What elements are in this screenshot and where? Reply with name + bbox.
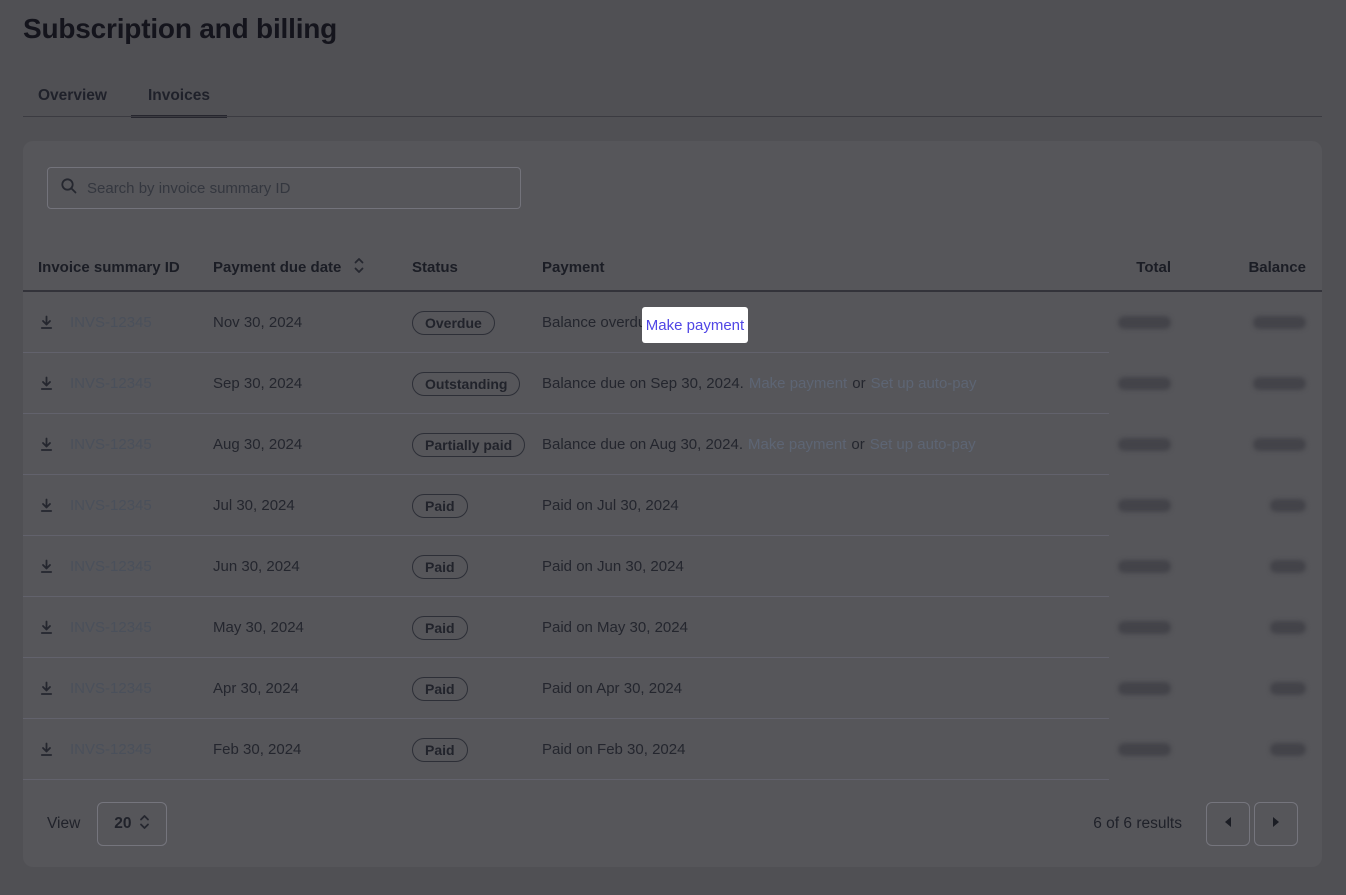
balance-redacted [1270,621,1306,634]
invoice-id: INVS-12345 [70,619,213,636]
invoices-panel: Invoice summary ID Payment due date Stat… [23,141,1322,867]
page-size-value: 20 [114,815,131,833]
spotlight-highlight: Make payment [642,307,748,343]
balance-redacted [1270,682,1306,695]
search-icon [60,177,78,200]
make-payment-link[interactable]: Make payment [748,436,846,453]
download-invoice-button[interactable] [38,437,70,453]
payment-text: Paid on May 30, 2024 [542,619,688,636]
due-date: Jun 30, 2024 [213,558,412,575]
download-invoice-button[interactable] [38,559,70,575]
balance-redacted [1253,316,1306,329]
tab-overview[interactable]: Overview [21,75,124,117]
due-date: Aug 30, 2024 [213,436,412,453]
payment-text: Paid on Jun 30, 2024 [542,558,684,575]
due-date: Apr 30, 2024 [213,680,412,697]
balance-redacted [1253,438,1306,451]
payment-text: Paid on Jul 30, 2024 [542,497,679,514]
total-redacted [1118,377,1171,390]
col-header-status: Status [412,259,542,276]
download-invoice-button[interactable] [38,620,70,636]
balance-redacted [1253,377,1306,390]
results-count: 6 of 6 results [1093,815,1182,833]
prev-page-button[interactable] [1206,802,1250,846]
download-invoice-button[interactable] [38,376,70,392]
total-redacted [1118,682,1171,695]
status-badge: Partially paid [412,433,525,457]
tab-bar: Overview Invoices [21,75,227,117]
table-row: INVS-12345 Sep 30, 2024 Outstanding Bala… [23,353,1322,414]
table-row: INVS-12345 Jul 30, 2024 Paid Paid on Jul… [23,475,1322,536]
col-header-total: Total [1101,259,1171,276]
tab-invoices[interactable]: Invoices [131,75,227,117]
next-page-button[interactable] [1254,802,1298,846]
status-badge: Paid [412,738,468,762]
total-redacted [1118,438,1171,451]
total-redacted [1118,560,1171,573]
download-invoice-button[interactable] [38,681,70,697]
invoice-id: INVS-12345 [70,436,213,453]
total-redacted [1118,499,1171,512]
invoice-id: INVS-12345 [70,497,213,514]
total-redacted [1118,743,1171,756]
chevron-up-down-icon [139,814,150,835]
due-date: Feb 30, 2024 [213,741,412,758]
set-up-auto-pay-link[interactable]: Set up auto-pay [870,436,976,453]
due-date-header-label: Payment due date [213,259,341,276]
download-invoice-button[interactable] [38,742,70,758]
page-title: Subscription and billing [23,13,337,45]
payment-text: Paid on Apr 30, 2024 [542,680,682,697]
due-date: Nov 30, 2024 [213,314,412,331]
search-box [47,167,521,209]
status-badge: Paid [412,616,468,640]
invoice-id: INVS-12345 [70,375,213,392]
payment-conjunction: or [852,375,865,392]
status-badge: Paid [412,494,468,518]
status-badge: Paid [412,677,468,701]
invoice-id: INVS-12345 [70,314,213,331]
make-payment-spotlight-link[interactable]: Make payment [646,317,744,334]
payment-text: Balance due on Aug 30, 2024. [542,436,743,453]
col-header-invoice-id: Invoice summary ID [38,259,213,276]
table-header: Invoice summary ID Payment due date Stat… [23,244,1322,292]
pagination-bar: View 20 6 of 6 results [23,780,1322,867]
download-invoice-button[interactable] [38,315,70,331]
due-date: May 30, 2024 [213,619,412,636]
due-date: Jul 30, 2024 [213,497,412,514]
balance-redacted [1270,499,1306,512]
table-row: INVS-12345 Aug 30, 2024 Partially paid B… [23,414,1322,475]
status-badge: Paid [412,555,468,579]
table-row: INVS-12345 Jun 30, 2024 Paid Paid on Jun… [23,536,1322,597]
total-redacted [1118,316,1171,329]
due-date: Sep 30, 2024 [213,375,412,392]
set-up-auto-pay-link[interactable]: Set up auto-pay [871,375,977,392]
status-badge: Overdue [412,311,495,335]
view-label: View [47,815,80,833]
page-size-select[interactable]: 20 [97,802,167,846]
invoice-id: INVS-12345 [70,558,213,575]
tab-bar-divider [23,116,1322,117]
invoice-id: INVS-12345 [70,680,213,697]
balance-redacted [1270,743,1306,756]
col-header-payment: Payment [542,259,1101,276]
prev-page-icon [1223,815,1233,833]
col-header-due-date[interactable]: Payment due date [213,257,412,278]
status-badge: Outstanding [412,372,520,396]
table-row: INVS-12345 Feb 30, 2024 Paid Paid on Feb… [23,719,1322,780]
invoice-id: INVS-12345 [70,741,213,758]
balance-redacted [1270,560,1306,573]
total-redacted [1118,621,1171,634]
payment-text: Balance due on Sep 30, 2024. [542,375,744,392]
next-page-icon [1271,815,1281,833]
make-payment-link[interactable]: Make payment [749,375,847,392]
sort-icon[interactable] [353,257,365,278]
download-invoice-button[interactable] [38,498,70,514]
table-row: INVS-12345 Apr 30, 2024 Paid Paid on Apr… [23,658,1322,719]
col-header-balance: Balance [1171,259,1306,276]
payment-conjunction: or [851,436,864,453]
table-row: INVS-12345 May 30, 2024 Paid Paid on May… [23,597,1322,658]
subscription-billing-page: Subscription and billing Overview Invoic… [0,0,1346,895]
search-input[interactable] [87,180,508,197]
payment-text: Paid on Feb 30, 2024 [542,741,685,758]
